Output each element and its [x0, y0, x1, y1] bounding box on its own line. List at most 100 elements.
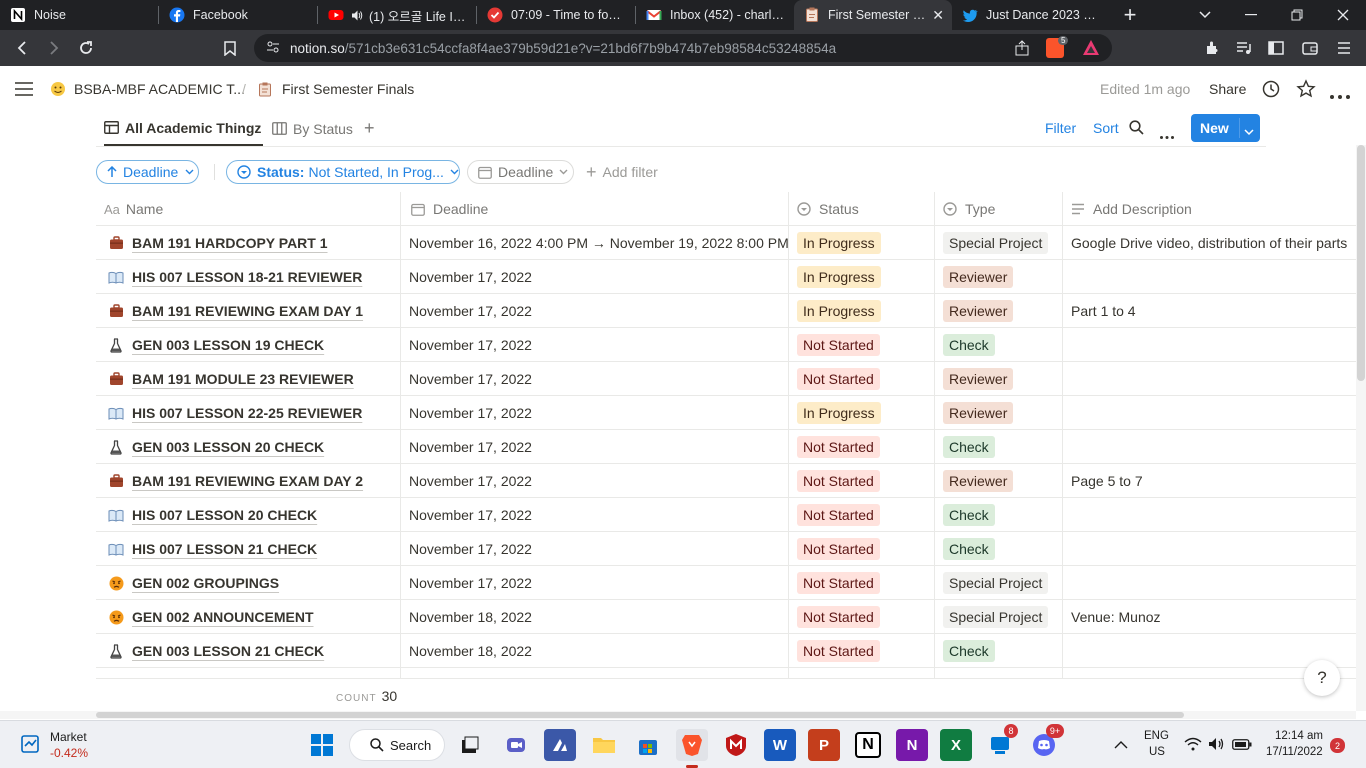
row-name[interactable]: HIS 007 LESSON 20 CHECK — [132, 507, 317, 523]
history-icon[interactable] — [1262, 80, 1280, 101]
sort-deadline-chip[interactable]: Deadline — [96, 160, 199, 184]
excel-icon[interactable]: X — [940, 729, 972, 761]
add-filter-button[interactable]: + Add filter — [586, 163, 658, 181]
more-options-icon[interactable] — [1330, 87, 1350, 102]
wifi-icon[interactable] — [1184, 737, 1202, 754]
help-button[interactable]: ? — [1304, 660, 1340, 696]
column-header-status[interactable]: Status — [788, 192, 934, 226]
brave-rewards-icon[interactable] — [1082, 39, 1100, 60]
type-cell[interactable]: Reviewer — [934, 362, 1062, 396]
row-name[interactable]: HIS 007 LESSON 21 CHECK — [132, 541, 317, 557]
deadline-cell[interactable]: November 17, 2022 — [400, 328, 788, 362]
taskbar-search-box[interactable]: Search — [349, 729, 445, 761]
status-cell[interactable]: Not Started — [788, 328, 934, 362]
browser-tab[interactable]: Inbox (452) - charlesjo — [636, 0, 794, 30]
start-icon[interactable] — [306, 729, 338, 761]
deadline-cell[interactable]: November 17, 2022 — [400, 430, 788, 464]
type-cell[interactable]: Check — [934, 532, 1062, 566]
add-view-icon[interactable]: + — [364, 111, 375, 146]
table-row[interactable]: HIS 007 LESSON 22-25 REVIEWER November 17… — [96, 396, 1356, 430]
back-button[interactable] — [6, 32, 38, 64]
type-cell[interactable]: Check — [934, 634, 1062, 668]
table-row[interactable]: BAM 191 REVIEWING EXAM DAY 1 November 17,… — [96, 294, 1356, 328]
browser-tab[interactable]: Just Dance 2023 Editio — [952, 0, 1110, 30]
name-cell[interactable]: GEN 002 GROUPINGS — [96, 566, 400, 600]
browser-tab[interactable]: 07:09 - Time to focus! — [477, 0, 635, 30]
status-cell[interactable]: Not Started — [788, 566, 934, 600]
filter-button[interactable]: Filter — [1045, 120, 1076, 136]
new-tab-button[interactable]: + — [1110, 2, 1150, 28]
status-cell[interactable]: In Progress — [788, 294, 934, 328]
status-cell[interactable]: Not Started — [788, 498, 934, 532]
name-cell[interactable]: HIS 007 LESSON 22-25 REVIEWER — [96, 396, 400, 430]
row-name[interactable]: GEN 003 LESSON 19 CHECK — [132, 337, 324, 353]
table-row[interactable]: HIS 007 LESSON 20 CHECK November 17, 2022… — [96, 498, 1356, 532]
table-row[interactable]: BAM 191 MODULE 23 REVIEWER November 17, 2… — [96, 362, 1356, 396]
type-cell[interactable]: Special Project — [934, 600, 1062, 634]
status-cell[interactable]: Not Started — [788, 430, 934, 464]
status-cell[interactable]: In Progress — [788, 260, 934, 294]
status-cell[interactable]: In Progress — [788, 226, 934, 260]
row-name[interactable]: GEN 002 GROUPINGS — [132, 575, 279, 591]
restore-button[interactable] — [1274, 0, 1320, 30]
blue-app-icon[interactable] — [544, 729, 576, 761]
description-cell[interactable] — [1062, 328, 1356, 362]
table-row[interactable]: HIS 007 LESSON 18-21 REVIEWER November 17… — [96, 260, 1356, 294]
row-name[interactable]: GEN 002 ANNOUNCEMENT — [132, 609, 314, 625]
name-cell[interactable]: HIS 007 LESSON 18-21 REVIEWER — [96, 260, 400, 294]
tab-by-status[interactable]: By Status — [272, 111, 353, 146]
breadcrumb-page[interactable]: First Semester Finals — [282, 81, 414, 97]
teams-chat-icon[interactable] — [500, 729, 532, 761]
status-cell[interactable]: Not Started — [788, 634, 934, 668]
deadline-cell[interactable]: November 17, 2022 — [400, 294, 788, 328]
type-cell[interactable]: Reviewer — [934, 396, 1062, 430]
table-row[interactable]: HIS 007 LESSON 21 CHECK November 17, 2022… — [96, 532, 1356, 566]
minimize-button[interactable] — [1228, 0, 1274, 30]
name-cell[interactable]: GEN 002 ANNOUNCEMENT — [96, 600, 400, 634]
table-row[interactable]: GEN 003 LESSON 21 CHECK November 18, 2022… — [96, 634, 1356, 668]
row-name[interactable]: GEN 003 LESSON 21 CHECK — [132, 643, 324, 659]
status-cell[interactable]: In Progress — [788, 396, 934, 430]
name-cell[interactable]: GEN 003 LESSON 20 CHECK — [96, 430, 400, 464]
status-filter-chip[interactable]: Status: Not Started, In Prog... — [226, 160, 460, 184]
table-row[interactable]: BAM 191 HARDCOPY PART 1 November 16, 2022… — [96, 226, 1356, 260]
mcafee-icon[interactable] — [720, 729, 752, 761]
favorite-star-icon[interactable] — [1296, 79, 1316, 102]
browser-tab[interactable]: Noise — [0, 0, 158, 30]
description-cell[interactable] — [1062, 260, 1356, 294]
type-cell[interactable]: Check — [934, 430, 1062, 464]
sort-button[interactable]: Sort — [1093, 120, 1119, 136]
type-cell[interactable]: Reviewer — [934, 464, 1062, 498]
row-name[interactable]: HIS 007 LESSON 22-25 REVIEWER — [132, 405, 362, 421]
table-row[interactable]: GEN 003 LESSON 19 CHECK November 17, 2022… — [96, 328, 1356, 362]
description-cell[interactable] — [1062, 498, 1356, 532]
name-cell[interactable]: HIS 007 LESSON 21 CHECK — [96, 532, 400, 566]
extensions-icon[interactable] — [1196, 32, 1228, 64]
type-cell[interactable]: Check — [934, 498, 1062, 532]
row-name[interactable]: HIS 007 LESSON 18-21 REVIEWER — [132, 269, 362, 285]
description-cell[interactable] — [1062, 362, 1356, 396]
row-name[interactable]: GEN 003 LESSON 20 CHECK — [132, 439, 324, 455]
forward-button[interactable] — [38, 32, 70, 64]
wallet-icon[interactable] — [1294, 32, 1326, 64]
breadcrumb-workspace[interactable]: BSBA-MBF ACADEMIC T... — [74, 81, 245, 97]
type-cell[interactable]: Special Project — [934, 566, 1062, 600]
tab-all-academic-thingz[interactable]: All Academic Thingz — [104, 111, 264, 146]
table-row[interactable]: GEN 002 GROUPINGS November 17, 2022 Not St… — [96, 566, 1356, 600]
deadline-cell[interactable]: November 17, 2022 — [400, 396, 788, 430]
brave-browser-icon[interactable] — [676, 729, 708, 761]
table-row[interactable]: GEN 002 ANNOUNCEMENT November 18, 2022 Not… — [96, 600, 1356, 634]
new-record-button[interactable]: New — [1191, 114, 1260, 142]
description-cell[interactable]: Page 5 to 7 — [1062, 464, 1356, 498]
column-header-name[interactable]: Aa Name — [96, 192, 400, 226]
description-cell[interactable]: Venue: Munoz — [1062, 600, 1356, 634]
file-explorer-icon[interactable] — [588, 729, 620, 761]
sidebar-toggle-icon[interactable] — [14, 81, 34, 100]
name-cell[interactable]: BAM 191 HARDCOPY PART 1 — [96, 226, 400, 260]
share-page-icon[interactable] — [1014, 40, 1030, 59]
close-window-button[interactable] — [1320, 0, 1366, 30]
description-cell[interactable] — [1062, 532, 1356, 566]
browser-tab[interactable]: (1) 오르골 Life Is St — [318, 0, 476, 30]
deadline-cell[interactable]: November 17, 2022 — [400, 362, 788, 396]
microsoft-store-icon[interactable] — [632, 729, 664, 761]
